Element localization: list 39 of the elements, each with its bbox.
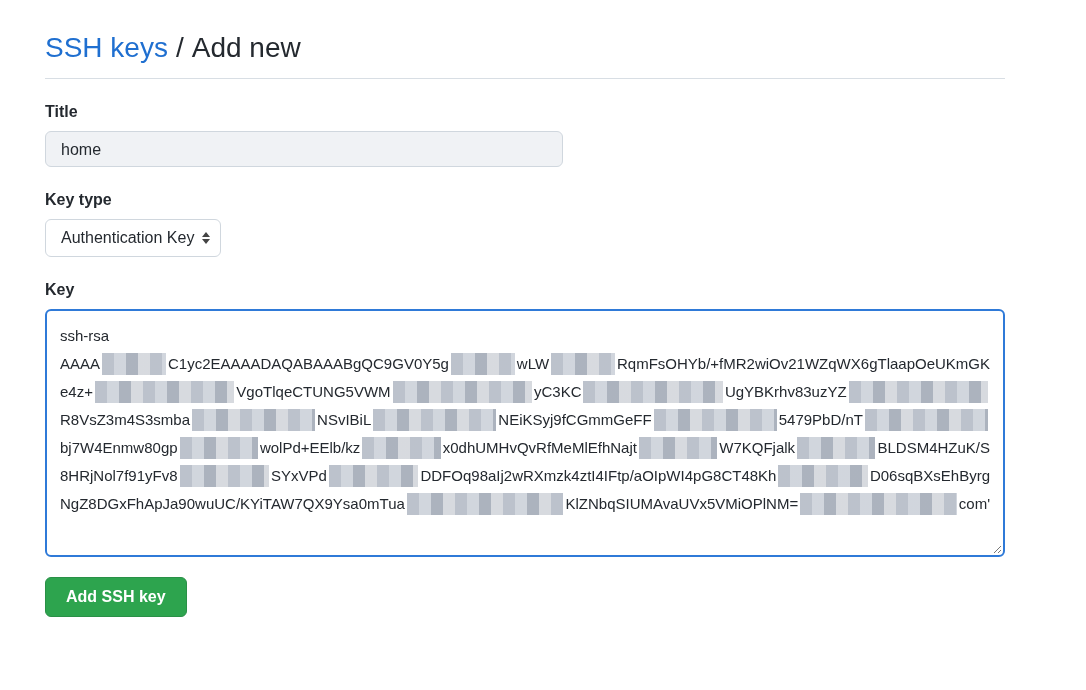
key-text: bj7W4Enmw80gp — [60, 438, 178, 458]
key-text: W7KQFjalk — [719, 438, 796, 458]
key-text: D06sqBXsEhByrg — [869, 466, 990, 486]
key-text: NgZ8DGxFhApJa90wuUC/KYiTAW7QX9Ysa0mTua — [60, 494, 405, 514]
up-down-caret-icon — [202, 232, 211, 244]
page-title: Add new — [191, 31, 301, 65]
redaction-mosaic — [102, 353, 166, 375]
ssh-keys-link[interactable]: SSH keys — [45, 28, 168, 68]
key-text: e4z+ — [60, 382, 93, 402]
key-text: com' — [958, 494, 990, 514]
key-text: 8HRjNol7f91yFv8 — [60, 466, 178, 486]
key-text: SYxVPd — [271, 466, 327, 486]
key-label: Key — [45, 281, 76, 299]
key-field[interactable] — [45, 309, 1005, 557]
key-type-dropdown[interactable]: Authentication Key — [45, 219, 222, 257]
redaction-mosaic — [450, 353, 515, 375]
title-field[interactable]: home — [45, 131, 563, 167]
key-text: 5479PbD/nT — [778, 410, 863, 430]
key-text: wolPd+EElb/kz — [259, 438, 361, 458]
key-text: NEiKSyj9fCGmmGeFF — [498, 410, 652, 430]
key-text: BLDSM4HZuK/S — [877, 438, 990, 458]
key-text: AAAA — [60, 354, 101, 374]
key-text: yC3KC — [533, 382, 582, 402]
breadcrumb-separator: / — [175, 31, 184, 65]
key-text: UgYBKrhv83uzYZ — [724, 382, 847, 402]
key-text: VgoTlqeCTUNG5VWM — [236, 382, 391, 402]
title-label: Title — [45, 103, 79, 121]
resize-grip-icon[interactable] — [993, 545, 1001, 553]
key-text: wLW — [516, 354, 550, 374]
key-text: C1yc2EAAAADAQABAAABgQC9GV0Y5g — [167, 354, 449, 374]
key-text: DDFOq98aIj2wRXmzk4ztI4IFtp/aOIpWI4pG8CT48Kh — [420, 466, 777, 486]
key-text: KlZNbqSIUMAvaUVx5VMiOPlNM= — [565, 494, 799, 514]
key-text: x0dhUMHvQvRfMeMlEfhNajt — [442, 438, 637, 458]
key-text: NSvIBiL — [317, 410, 372, 430]
redaction-mosaic — [551, 353, 615, 375]
key-type-label: Key type — [45, 191, 113, 209]
key-text: R8VsZ3m4S3smba — [60, 410, 191, 430]
key-text: ssh-rsa — [60, 326, 110, 346]
key-text: RqmFsOHYb/+fMR2wiOv21WZqWX6gTlaapOeUKmGK — [617, 354, 990, 374]
